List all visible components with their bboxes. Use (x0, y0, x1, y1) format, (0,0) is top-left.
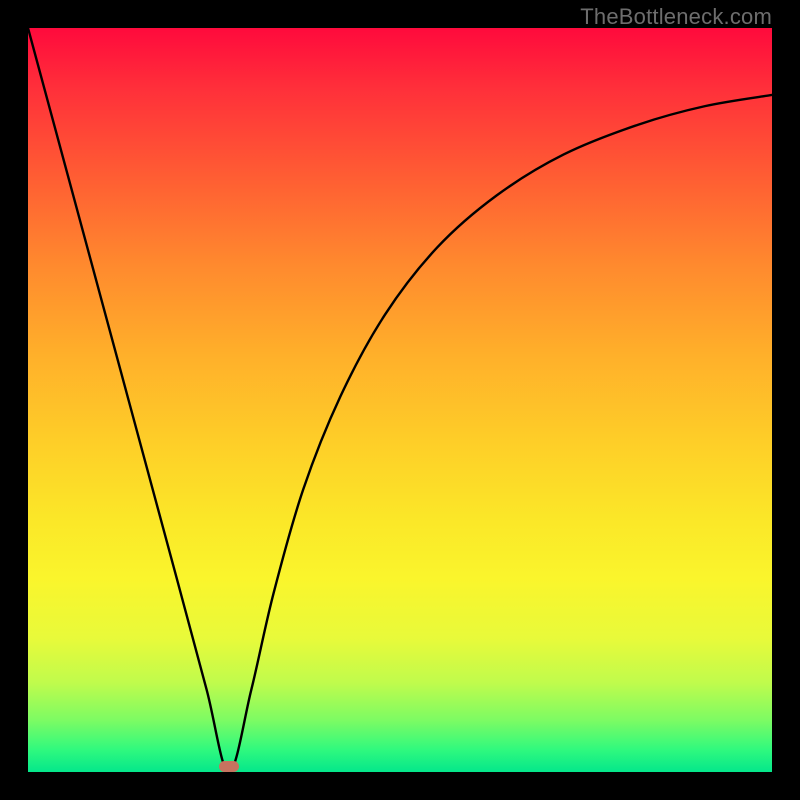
chart-frame: TheBottleneck.com (0, 0, 800, 800)
watermark-text: TheBottleneck.com (580, 4, 772, 30)
plot-area (28, 28, 772, 772)
bottleneck-curve (28, 28, 772, 772)
optimal-marker (219, 761, 239, 772)
